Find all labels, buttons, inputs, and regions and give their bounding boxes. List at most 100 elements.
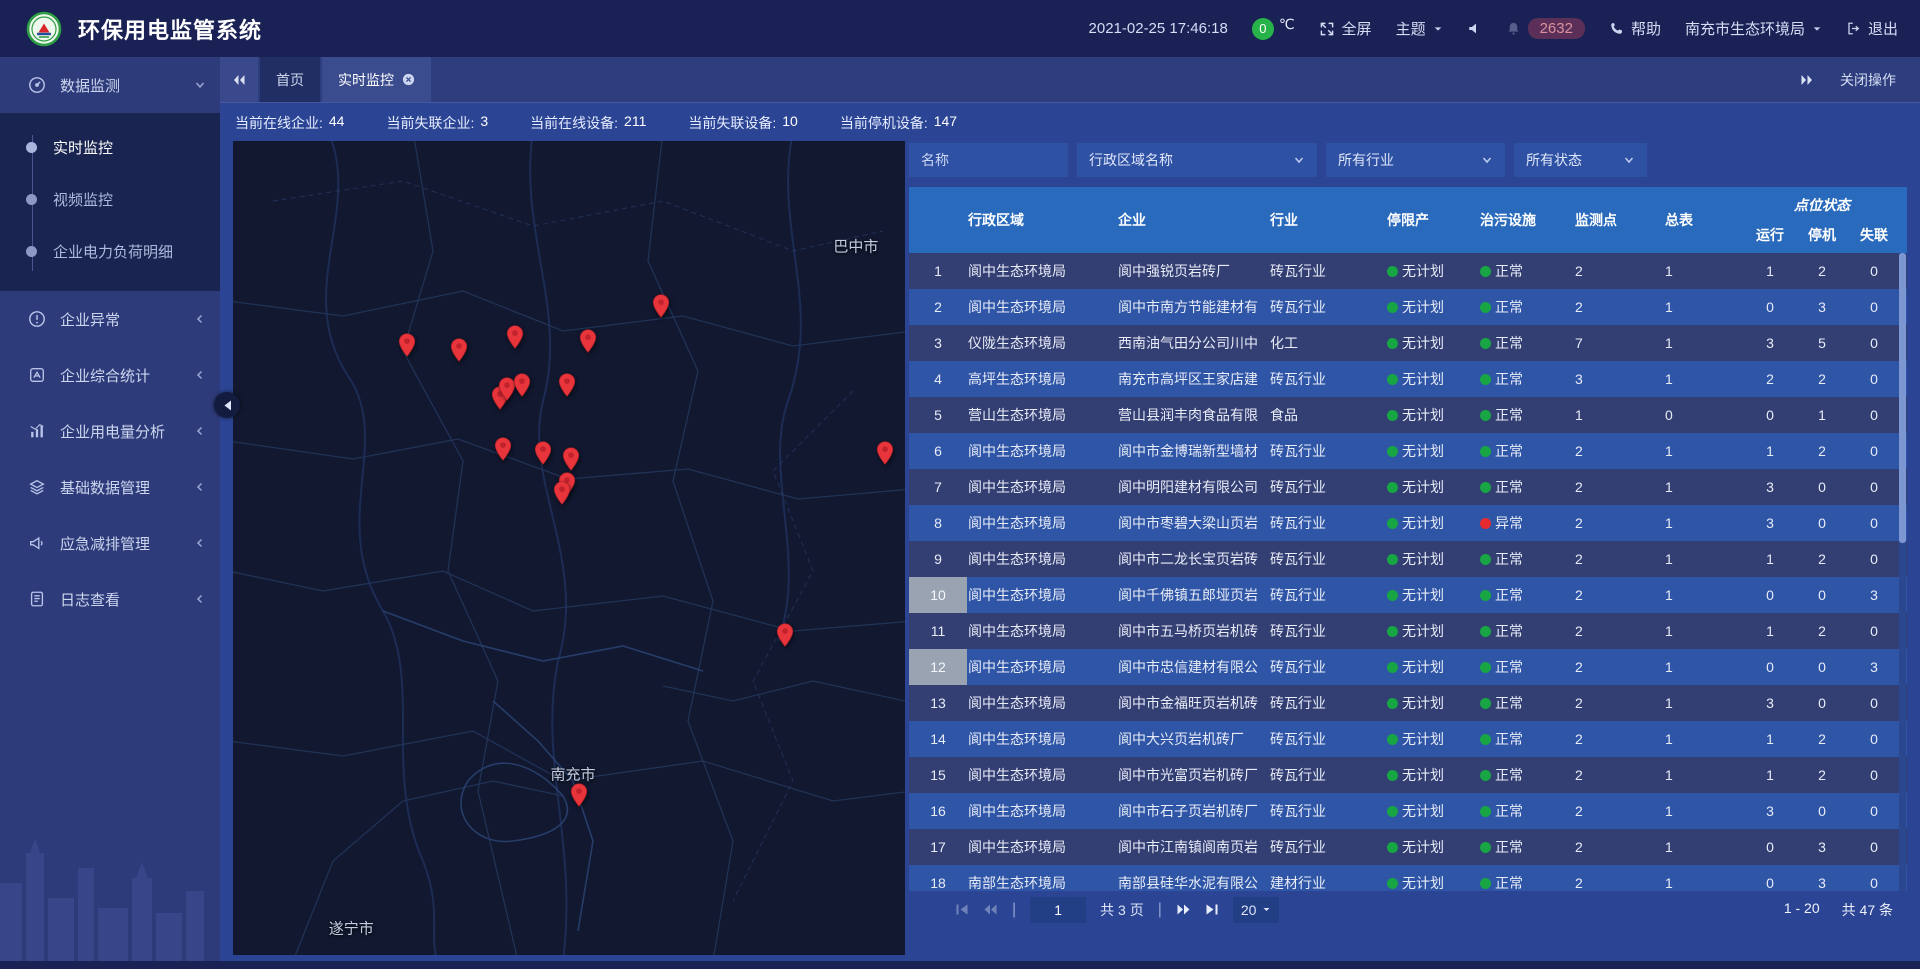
table-row[interactable]: 18南部生态环境局南部县硅华水泥有限公建材行业无计划正常21030 bbox=[909, 865, 1907, 891]
logout-button[interactable]: 退出 bbox=[1846, 18, 1898, 39]
first-page-button[interactable] bbox=[955, 903, 969, 916]
sidebar-subitem-1[interactable]: 视频监控 bbox=[0, 173, 220, 225]
cell-stop-status: 无计划 bbox=[1379, 469, 1475, 505]
table-row[interactable]: 9阆中生态环境局阆中市二龙长宝页岩砖砖瓦行业无计划正常21120 bbox=[909, 541, 1907, 577]
table-row[interactable]: 10阆中生态环境局阆中千佛镇五郎垭页岩砖瓦行业无计划正常21003 bbox=[909, 577, 1907, 613]
status-dot-icon bbox=[1387, 662, 1398, 673]
notification-count-badge: 2632 bbox=[1528, 18, 1585, 39]
sidebar-subitem-0[interactable]: 实时监控 bbox=[0, 121, 220, 173]
cell-halt-count: 0 bbox=[1796, 685, 1848, 721]
map-pin[interactable] bbox=[558, 373, 575, 397]
page-number-input[interactable]: 1 bbox=[1030, 897, 1086, 923]
bar-chart-icon bbox=[28, 422, 48, 440]
map-pin[interactable] bbox=[876, 441, 893, 465]
table-scrollbar-thumb[interactable] bbox=[1899, 253, 1906, 543]
table-row[interactable]: 6阆中生态环境局阆中市金博瑞新型墙材砖瓦行业无计划正常21120 bbox=[909, 433, 1907, 469]
table-scrollbar[interactable] bbox=[1899, 253, 1906, 891]
map-pin[interactable] bbox=[563, 447, 580, 471]
map-pin[interactable] bbox=[495, 437, 512, 461]
cell-industry: 砖瓦行业 bbox=[1269, 469, 1379, 505]
tab-0[interactable]: 首页 bbox=[260, 57, 320, 102]
page-size-select[interactable]: 20 bbox=[1233, 897, 1280, 923]
table-row[interactable]: 15阆中生态环境局阆中市光富页岩机砖厂砖瓦行业无计划正常21120 bbox=[909, 757, 1907, 793]
cell-halt-count: 0 bbox=[1796, 649, 1848, 685]
map-panel[interactable]: 巴中市南充市遂宁市 bbox=[233, 141, 905, 955]
tab-1[interactable]: 实时监控 bbox=[322, 57, 431, 102]
table-row[interactable]: 4高坪生态环境局南充市高坪区王家店建砖瓦行业无计划正常31220 bbox=[909, 361, 1907, 397]
table-row[interactable]: 2阆中生态环境局阆中市南方节能建材有砖瓦行业无计划正常21030 bbox=[909, 289, 1907, 325]
cell-facility-status: 正常 bbox=[1475, 865, 1567, 891]
table-row[interactable]: 14阆中生态环境局阆中大兴页岩机砖厂砖瓦行业无计划正常21120 bbox=[909, 721, 1907, 757]
previous-page-button[interactable] bbox=[983, 903, 998, 916]
mute-speaker-button[interactable] bbox=[1467, 21, 1482, 36]
notifications[interactable]: 2632 bbox=[1506, 18, 1585, 39]
cell-index: 5 bbox=[909, 397, 967, 433]
cell-index: 15 bbox=[909, 757, 967, 793]
cell-facility-status: 正常 bbox=[1475, 289, 1567, 325]
map-pin[interactable] bbox=[776, 623, 793, 647]
cell-industry: 砖瓦行业 bbox=[1269, 253, 1379, 289]
map-pin[interactable] bbox=[513, 373, 530, 397]
map-pin[interactable] bbox=[399, 333, 416, 357]
sidebar-collapse-button[interactable] bbox=[214, 392, 240, 418]
map-pin[interactable] bbox=[653, 294, 670, 318]
sidebar-item-2[interactable]: 企业综合统计 bbox=[0, 347, 220, 403]
industry-filter-select[interactable]: 所有行业 bbox=[1326, 143, 1505, 177]
gauge-icon bbox=[28, 76, 48, 94]
cell-company: 阆中大兴页岩机砖厂 bbox=[1117, 721, 1269, 757]
cell-meter-count: 1 bbox=[1647, 721, 1732, 757]
table-row[interactable]: 11阆中生态环境局阆中市五马桥页岩机砖砖瓦行业无计划正常21120 bbox=[909, 613, 1907, 649]
cell-halt-count: 2 bbox=[1796, 253, 1848, 289]
org-dropdown[interactable]: 南充市生态环境局 bbox=[1685, 18, 1822, 39]
cell-company: 南部县硅华水泥有限公 bbox=[1117, 865, 1269, 891]
close-operations-button[interactable]: 关闭操作 bbox=[1840, 70, 1896, 90]
map-pin[interactable] bbox=[571, 783, 588, 807]
cell-lost-count: 0 bbox=[1848, 829, 1900, 865]
close-tab-icon[interactable] bbox=[402, 73, 415, 86]
cell-meter-count: 1 bbox=[1647, 613, 1732, 649]
table-row[interactable]: 13阆中生态环境局阆中市金福旺页岩机砖砖瓦行业无计划正常21300 bbox=[909, 685, 1907, 721]
last-page-button[interactable] bbox=[1205, 903, 1219, 916]
name-filter-field[interactable] bbox=[909, 143, 1068, 177]
sidebar-item-3[interactable]: 企业用电量分析 bbox=[0, 403, 220, 459]
sidebar-subitem-2[interactable]: 企业电力负荷明细 bbox=[0, 225, 220, 277]
map-pin[interactable] bbox=[554, 481, 571, 505]
cell-run-count: 1 bbox=[1744, 253, 1796, 289]
table-row[interactable]: 16阆中生态环境局阆中市石子页岩机砖厂砖瓦行业无计划正常21300 bbox=[909, 793, 1907, 829]
map-pin[interactable] bbox=[534, 441, 551, 465]
cell-meter-count: 1 bbox=[1647, 433, 1732, 469]
col-header-lost: 失联 bbox=[1848, 217, 1900, 253]
cell-facility-status: 正常 bbox=[1475, 253, 1567, 289]
name-filter-input[interactable] bbox=[921, 152, 1056, 168]
sidebar-item-1[interactable]: 企业异常 bbox=[0, 291, 220, 347]
cell-meter-count: 1 bbox=[1647, 505, 1732, 541]
table-row[interactable]: 3仪陇生态环境局西南油气田分公司川中化工无计划正常71350 bbox=[909, 325, 1907, 361]
status-filter-select[interactable]: 所有状态 bbox=[1514, 143, 1647, 177]
tabs-scroll-right-button[interactable] bbox=[1800, 74, 1814, 86]
help-button[interactable]: 帮助 bbox=[1609, 18, 1661, 39]
theme-dropdown[interactable]: 主题 bbox=[1396, 18, 1443, 39]
sidebar-item-6[interactable]: 日志查看 bbox=[0, 571, 220, 627]
map-pin[interactable] bbox=[579, 329, 596, 353]
tabs-scroll-left-button[interactable] bbox=[220, 57, 258, 102]
cell-lost-count: 0 bbox=[1848, 865, 1900, 891]
table-row[interactable]: 12阆中生态环境局阆中市忠信建材有限公砖瓦行业无计划正常21003 bbox=[909, 649, 1907, 685]
sidebar-item-4[interactable]: 基础数据管理 bbox=[0, 459, 220, 515]
sidebar-item-0[interactable]: 数据监测 bbox=[0, 57, 220, 113]
table-row[interactable]: 7阆中生态环境局阆中明阳建材有限公司砖瓦行业无计划正常21300 bbox=[909, 469, 1907, 505]
fullscreen-button[interactable]: 全屏 bbox=[1319, 18, 1372, 39]
status-dot-icon bbox=[1387, 446, 1398, 457]
status-dot-icon bbox=[1480, 554, 1491, 565]
next-page-button[interactable] bbox=[1176, 903, 1191, 916]
status-dot-icon bbox=[1387, 698, 1398, 709]
table-row[interactable]: 5营山生态环境局营山县润丰肉食品有限食品无计划正常10010 bbox=[909, 397, 1907, 433]
table-row[interactable]: 1阆中生态环境局阆中强锐页岩砖厂砖瓦行业无计划正常21120 bbox=[909, 253, 1907, 289]
table-row[interactable]: 17阆中生态环境局阆中市江南镇阆南页岩砖瓦行业无计划正常21030 bbox=[909, 829, 1907, 865]
map-pin[interactable] bbox=[507, 325, 524, 349]
cell-company: 阆中强锐页岩砖厂 bbox=[1117, 253, 1269, 289]
region-filter-select[interactable]: 行政区域名称 bbox=[1077, 143, 1317, 177]
sidebar: 数据监测实时监控视频监控企业电力负荷明细企业异常企业综合统计企业用电量分析基础数… bbox=[0, 57, 220, 969]
sidebar-item-5[interactable]: 应急减排管理 bbox=[0, 515, 220, 571]
map-pin[interactable] bbox=[450, 338, 467, 362]
table-row[interactable]: 8阆中生态环境局阆中市枣碧大梁山页岩砖瓦行业无计划异常21300 bbox=[909, 505, 1907, 541]
